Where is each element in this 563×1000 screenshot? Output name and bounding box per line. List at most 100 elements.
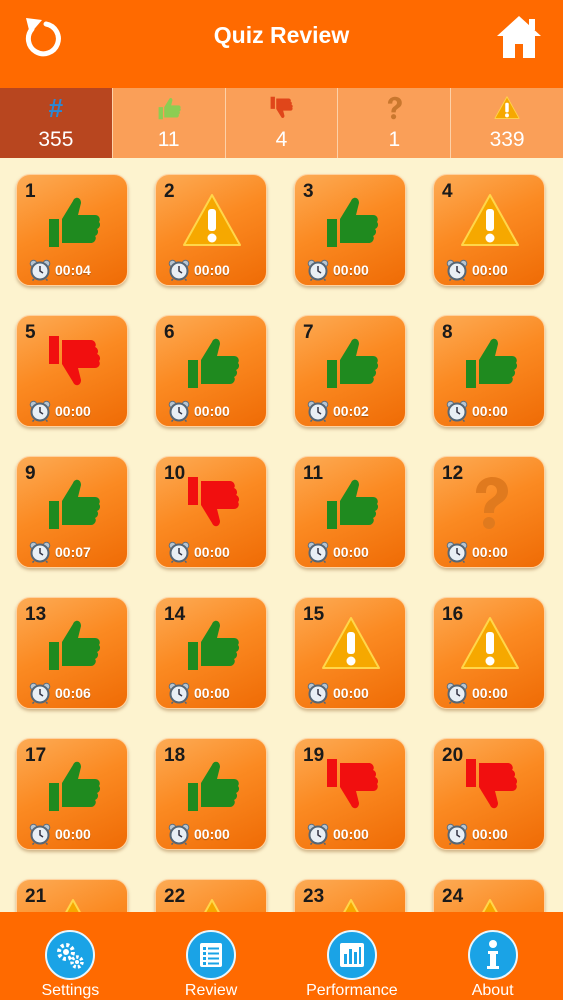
question-tile[interactable]: 3 00:00 <box>294 174 406 286</box>
question-number: 7 <box>303 322 314 343</box>
question-time: 00:00 <box>333 262 369 278</box>
thumbs-down-icon <box>321 755 381 815</box>
tab-review-label: Review <box>184 982 238 999</box>
tab-performance-label: Performance <box>306 982 398 999</box>
stat-incorrect-count: 4 <box>275 128 288 151</box>
question-tile[interactable]: 2 00:00 <box>155 174 267 286</box>
tab-settings[interactable]: Settings <box>0 912 141 1000</box>
stat-unanswered[interactable]: 339 <box>451 88 563 158</box>
thumbs-down-icon <box>265 94 297 122</box>
question-tile[interactable]: 11 00:00 <box>294 456 406 568</box>
question-tile[interactable]: 21 <box>16 879 128 912</box>
alarm-clock-icon <box>29 259 51 281</box>
question-number: 5 <box>25 322 36 343</box>
bar-chart-icon <box>326 930 377 980</box>
stat-skipped[interactable]: 1 <box>338 88 452 158</box>
question-number: 2 <box>164 181 175 202</box>
question-tile[interactable]: 1 00:04 <box>16 174 128 286</box>
question-time: 00:00 <box>194 403 230 419</box>
question-time: 00:00 <box>472 544 508 560</box>
alarm-clock-icon <box>446 400 468 422</box>
question-time: 00:00 <box>333 544 369 560</box>
question-tile[interactable]: 15 00:00 <box>294 597 406 709</box>
tab-review[interactable]: Review <box>141 912 282 1000</box>
alarm-clock-icon <box>168 400 190 422</box>
stat-skipped-count: 1 <box>388 128 401 151</box>
thumbs-up-icon <box>43 755 103 815</box>
gears-icon <box>45 930 96 980</box>
question-tile[interactable]: 14 00:00 <box>155 597 267 709</box>
question-time: 00:00 <box>194 685 230 701</box>
warning-icon <box>321 896 381 912</box>
thumbs-up-icon <box>460 332 520 392</box>
question-tile[interactable]: 23 <box>294 879 406 912</box>
header-bar: Quiz Review <box>0 0 563 88</box>
thumbs-up-icon <box>321 191 381 251</box>
question-tile[interactable]: 5 00:00 <box>16 315 128 427</box>
tab-about[interactable]: About <box>422 912 563 1000</box>
stats-bar: # 355 11 4 1 339 <box>0 88 563 158</box>
stat-total[interactable]: # 355 <box>0 88 113 158</box>
question-time: 00:00 <box>333 826 369 842</box>
alarm-clock-icon <box>446 259 468 281</box>
question-tile[interactable]: 20 00:00 <box>433 738 545 850</box>
alarm-clock-icon <box>307 541 329 563</box>
question-time: 00:00 <box>55 403 91 419</box>
thumbs-down-icon <box>460 755 520 815</box>
alarm-clock-icon <box>29 682 51 704</box>
question-number: 1 <box>25 181 36 202</box>
question-tile[interactable]: 4 00:00 <box>433 174 545 286</box>
alarm-clock-icon <box>168 823 190 845</box>
thumbs-up-icon <box>43 614 103 674</box>
alarm-clock-icon <box>307 400 329 422</box>
alarm-clock-icon <box>29 823 51 845</box>
question-tile[interactable]: 13 00:06 <box>16 597 128 709</box>
question-time: 00:00 <box>472 262 508 278</box>
question-tile[interactable]: 9 00:07 <box>16 456 128 568</box>
question-tile[interactable]: 18 00:00 <box>155 738 267 850</box>
question-tile[interactable]: 22 <box>155 879 267 912</box>
question-time: 00:04 <box>55 262 91 278</box>
warning-icon <box>460 191 520 251</box>
thumbs-up-icon <box>182 614 242 674</box>
thumbs-up-icon <box>153 94 185 122</box>
question-number: 9 <box>25 463 36 484</box>
question-number: 8 <box>442 322 453 343</box>
question-tile[interactable]: 10 00:00 <box>155 456 267 568</box>
alarm-clock-icon <box>307 682 329 704</box>
question-time: 00:07 <box>55 544 91 560</box>
question-time: 00:00 <box>194 262 230 278</box>
warning-icon <box>182 191 242 251</box>
question-time: 00:02 <box>333 403 369 419</box>
thumbs-down-icon <box>182 473 242 533</box>
question-tile[interactable]: 17 00:00 <box>16 738 128 850</box>
question-time: 00:06 <box>55 685 91 701</box>
question-tile[interactable]: 16 00:00 <box>433 597 545 709</box>
list-icon <box>186 930 237 980</box>
question-tile[interactable]: 19 00:00 <box>294 738 406 850</box>
question-time: 00:00 <box>194 826 230 842</box>
thumbs-up-icon <box>182 332 242 392</box>
alarm-clock-icon <box>307 823 329 845</box>
alarm-clock-icon <box>446 541 468 563</box>
info-icon <box>467 930 518 980</box>
question-tile[interactable]: 24 <box>433 879 545 912</box>
home-icon[interactable] <box>495 14 543 60</box>
thumbs-up-icon <box>182 755 242 815</box>
warning-icon <box>460 614 520 674</box>
warning-icon <box>182 896 242 912</box>
question-tile[interactable]: 12 00:00 <box>433 456 545 568</box>
question-time: 00:00 <box>472 685 508 701</box>
thumbs-down-icon <box>43 332 103 392</box>
page-title: Quiz Review <box>213 22 350 48</box>
stat-incorrect[interactable]: 4 <box>225 88 339 158</box>
tab-performance[interactable]: Performance <box>282 912 423 1000</box>
question-tile[interactable]: 8 00:00 <box>433 315 545 427</box>
stat-correct[interactable]: 11 <box>112 88 226 158</box>
question-time: 00:00 <box>55 826 91 842</box>
alarm-clock-icon <box>446 823 468 845</box>
question-tile[interactable]: 6 00:00 <box>155 315 267 427</box>
question-tile[interactable]: 7 00:02 <box>294 315 406 427</box>
stat-unanswered-count: 339 <box>489 128 525 151</box>
alarm-clock-icon <box>446 682 468 704</box>
